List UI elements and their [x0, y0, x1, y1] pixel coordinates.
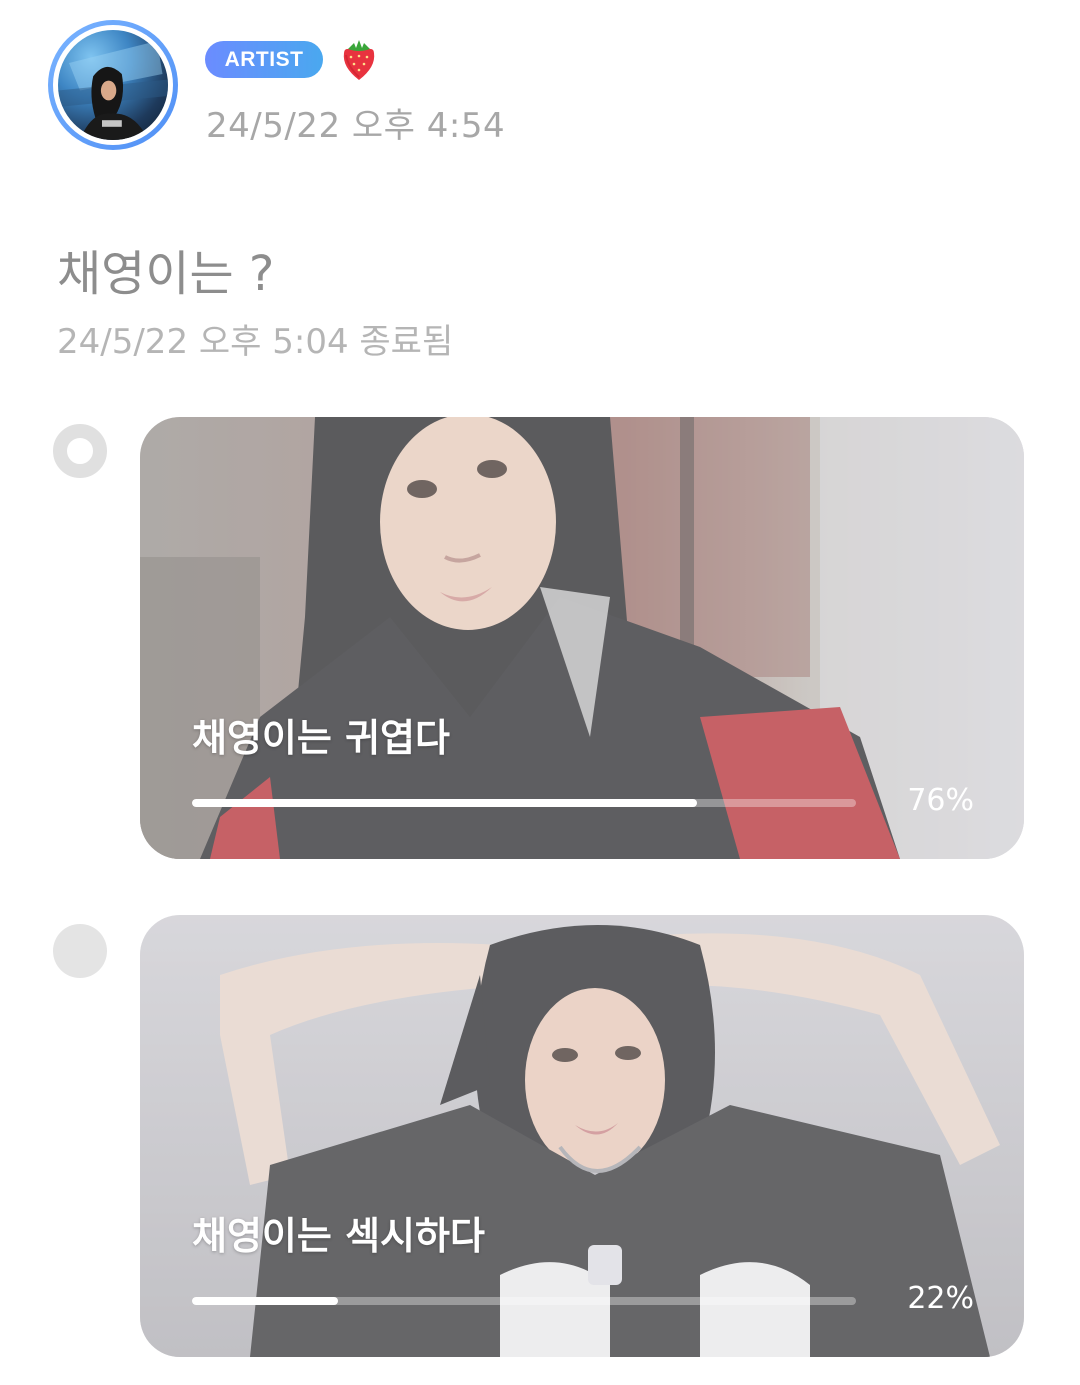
- option-1-progress-fill: [192, 799, 697, 807]
- option-1-progress-bar: [192, 799, 856, 807]
- avatar-image: [58, 30, 168, 140]
- option-1-percent: 76%: [907, 783, 974, 818]
- option-1-overlay: [140, 417, 1024, 859]
- option-2-overlay: [140, 915, 1024, 1357]
- avatar[interactable]: [48, 20, 178, 150]
- option-2-radio[interactable]: [53, 924, 107, 978]
- strawberry-icon: [343, 40, 375, 80]
- option-2-progress-fill: [192, 1297, 339, 1305]
- poll-ended-time: 24/5/22 오후 5:04 종료됨: [57, 322, 454, 362]
- post-timestamp: 24/5/22 오후 4:54: [206, 106, 506, 146]
- avatar-photo-illustration: [58, 41, 168, 140]
- option-2-progress-bar: [192, 1297, 856, 1305]
- option-2-percent: 22%: [907, 1281, 974, 1316]
- artist-badge: ARTIST: [205, 41, 323, 78]
- poll-option-2[interactable]: 채영이는 섹시하다 22%: [140, 915, 1024, 1357]
- option-2-label: 채영이는 섹시하다: [192, 1214, 485, 1258]
- avatar-border: [53, 25, 173, 145]
- poll-title: 채영이는 ?: [57, 246, 275, 302]
- option-1-radio[interactable]: [53, 424, 107, 478]
- option-1-label: 채영이는 귀엽다: [192, 716, 450, 760]
- poll-option-1[interactable]: 채영이는 귀엽다 76%: [140, 417, 1024, 859]
